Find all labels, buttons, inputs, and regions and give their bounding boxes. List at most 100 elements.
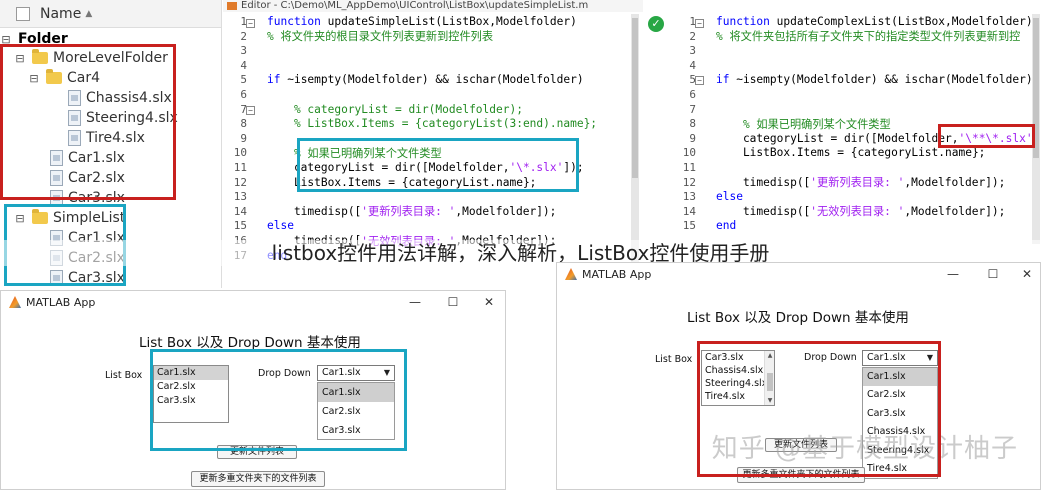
line-number: 1 [240,15,247,28]
window-title-bar[interactable]: MATLAB App — ☐ ✕ [1,291,505,313]
line-number: 5 [240,73,247,87]
code-string: '无效列表目录: ' [810,205,905,219]
window-title-bar[interactable]: MATLAB App — ☐ ✕ [557,263,1040,285]
fold-toggle-icon[interactable]: − [695,76,704,85]
line-number: 10 [682,146,696,160]
highlight-box-app-left [150,349,407,451]
line-number: 12 [682,175,696,189]
editor-icon [227,2,237,10]
line-number: 5 [689,73,696,87]
code-line[interactable]: 2 % 将文件夹的根目录文件列表更新到控件列表 [223,29,493,44]
code-line[interactable]: 3 [223,43,267,58]
line-number: 11 [682,161,696,174]
code-line[interactable]: 1 function updateComplexList(ListBox,Mode… [672,14,1033,29]
line-number: 15 [233,219,247,233]
select-all-checkbox[interactable] [16,6,30,21]
line-number: 15 [682,219,696,233]
editor-title-bar: Editor - C:\Demo\ML_AppDemo\UIControl\Li… [223,0,643,12]
code-line[interactable]: 14 timedisp(['无效列表目录: ' ,Modelfolder]); [672,204,1006,219]
matlab-logo-icon [9,296,21,308]
minimize-icon[interactable]: — [935,263,971,285]
line-number: 11 [233,161,247,174]
code-comment: % 将文件夹的根目录文件列表更新到控件列表 [267,30,494,44]
line-number: 14 [682,204,696,218]
app-heading: List Box 以及 Drop Down 基本使用 [139,335,361,351]
code-line[interactable]: 15 end [672,218,736,233]
line-number: 6 [689,88,696,101]
code-line[interactable]: 11 [672,160,716,175]
code-line[interactable]: 13 else [672,189,743,204]
line-number: 3 [689,44,696,58]
code-line[interactable]: 9 [223,131,267,146]
code-text: ~isempty(Modelfolder) && ischar(Modelfol… [736,73,1033,87]
listbox-label: List Box [105,370,143,381]
code-line[interactable]: 13 [223,189,267,204]
scrollbar-thumb[interactable] [632,18,638,178]
code-keyword: end [716,219,737,233]
code-line[interactable]: 5 if ~isempty(Modelfolder) && ischar(Mode… [223,72,584,87]
highlight-box-code-simple [297,138,579,192]
code-line[interactable]: 5 if ~isempty(Modelfolder) && ischar(Mode… [672,72,1033,87]
window-title: MATLAB App [582,267,652,281]
code-text: categoryList = dir([Modelfolder, [716,131,959,145]
code-line[interactable]: 2 % 将文件夹包括所有子文件夹下的指定类型文件列表更新到控 [672,29,1020,44]
code-text: ,Modelfolder]); [904,175,1006,189]
matlab-logo-icon [565,268,577,280]
line-number: 1 [689,15,696,28]
code-line[interactable]: 6 [223,87,267,102]
code-line[interactable]: 4 [223,58,267,73]
line-number: 10 [233,146,247,160]
listbox-label: List Box [655,354,693,365]
fold-toggle-icon[interactable]: − [695,19,704,28]
line-number: 4 [240,58,247,72]
code-keyword: else [716,190,743,204]
code-comment: % ListBox.Items = {categoryList(3:end).n… [267,117,598,131]
code-line[interactable]: 8 % 如果已明确列某个文件类型 [672,116,891,131]
code-line[interactable]: 8 % ListBox.Items = {categoryList(3:end)… [223,116,597,131]
line-number: 6 [240,88,247,101]
code-line[interactable]: 1 function updateSimpleList(ListBox,Model… [223,14,576,29]
code-comment: % categoryList = dir(Modelfolder); [267,102,523,116]
code-line[interactable]: 7 % categoryList = dir(Modelfolder); [223,102,523,117]
close-icon[interactable]: ✕ [471,291,505,313]
line-number: 8 [689,117,696,131]
code-comment: % 如果已明确列某个文件类型 [716,117,891,131]
code-comment: % 将文件夹包括所有子文件夹下的指定类型文件列表更新到控 [716,30,1021,44]
highlight-box-code-complex [938,124,1035,148]
line-number: 7 [689,102,696,116]
minimize-icon[interactable]: — [397,291,433,313]
maximize-icon[interactable]: ☐ [435,291,471,313]
code-text: updateComplexList(ListBox,Modelfolder) [776,15,1033,28]
close-icon[interactable]: ✕ [1009,263,1040,285]
code-text: ListBox.Items = {categoryList.name}; [716,146,986,160]
code-keyword: else [267,219,294,233]
code-line[interactable]: 12 timedisp(['更新列表目录: ' ,Modelfolder]); [672,175,1006,190]
maximize-icon[interactable]: ☐ [975,263,1011,285]
line-number: 4 [689,58,696,72]
line-number: 8 [240,117,247,131]
fold-toggle-icon[interactable]: − [246,106,255,115]
code-line[interactable]: 7 [672,102,716,117]
code-line[interactable]: 3 [672,43,716,58]
line-number: 12 [233,175,247,189]
code-text: timedisp([ [267,204,362,218]
line-number: 2 [240,29,247,43]
highlight-box-multilevel [0,44,176,200]
name-column-header[interactable]: Name [40,6,81,22]
code-string: '更新列表目录: ' [361,205,456,219]
editor-title: Editor - C:\Demo\ML_AppDemo\UIControl\Li… [241,0,589,11]
app-heading: List Box 以及 Drop Down 基本使用 [687,310,909,326]
code-keyword: if [267,73,288,87]
line-number: 13 [682,190,696,204]
code-line[interactable]: 15 else [223,218,294,233]
fold-toggle-icon[interactable]: − [246,19,255,28]
window-title: MATLAB App [26,295,96,309]
code-line[interactable]: 14 timedisp(['更新列表目录: ' ,Modelfolder]); [223,204,557,219]
line-number: 2 [689,29,696,43]
code-keyword: function [716,15,777,28]
code-line[interactable]: 6 [672,87,716,102]
update-multi-list-button[interactable]: 更新多重文件夹下的文件列表 [191,471,325,487]
code-text: ~isempty(Modelfolder) && ischar(Modelfol… [287,73,584,87]
tree-header: Name ▲ [0,0,221,28]
code-line[interactable]: 4 [672,58,716,73]
